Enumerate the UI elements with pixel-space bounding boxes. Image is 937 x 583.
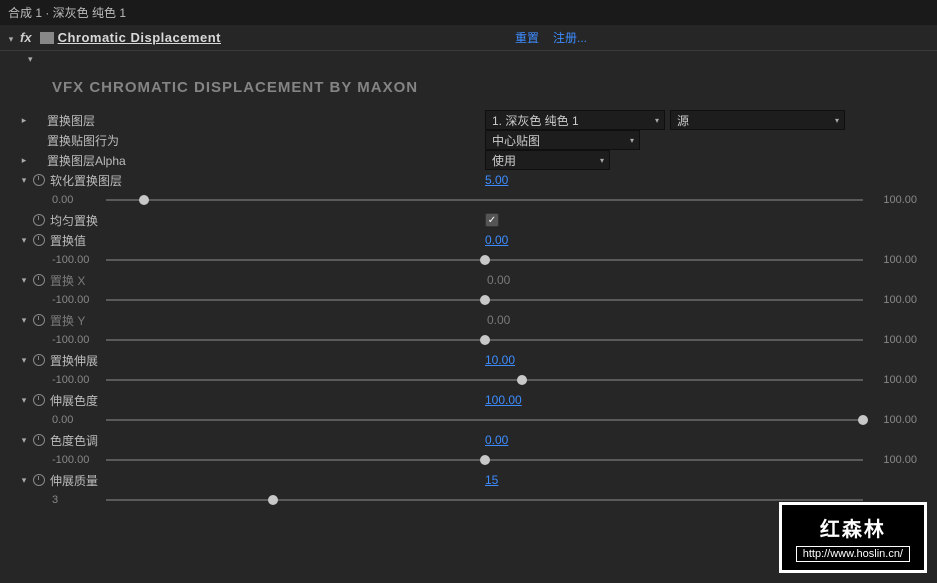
breadcrumb: 合成 1 · 深灰色 纯色 1 — [0, 0, 937, 25]
twirl[interactable]: ▾ — [18, 315, 30, 326]
value-input[interactable]: 10.00 — [485, 353, 515, 367]
range-max: 100.00 — [869, 374, 917, 386]
stopwatch-icon[interactable] — [33, 234, 45, 246]
value-input[interactable]: 0.00 — [485, 433, 508, 447]
twirl[interactable]: ▸ — [18, 155, 30, 166]
prop-layer-alpha: ▸ 置换图层Alpha 使用 — [0, 150, 937, 170]
prop-amount: ▾ 置换值 0.00 — [0, 230, 937, 250]
layer-dropdown[interactable]: 1. 深灰色 纯色 1 — [485, 110, 665, 130]
source-dropdown[interactable]: 源 — [670, 110, 845, 130]
slider[interactable] — [106, 194, 863, 206]
prop-label: 置换图层Alpha — [47, 152, 126, 169]
stopwatch-icon[interactable] — [33, 314, 45, 326]
prop-label: 色度色调 — [50, 432, 98, 449]
prop-label: 置换贴图行为 — [47, 132, 119, 149]
slider-amount: -100.00 100.00 — [0, 250, 937, 270]
effect-title: VFX CHROMATIC DISPLACEMENT BY MAXON — [0, 65, 937, 110]
stopwatch-icon[interactable] — [33, 274, 45, 286]
prop-disp-y: ▾ 置换 Y 0.00 — [0, 310, 937, 330]
stopwatch-icon[interactable] — [33, 174, 45, 186]
register-link[interactable]: 注册... — [553, 29, 587, 46]
twirl[interactable]: ▾ — [18, 235, 30, 246]
stopwatch-icon[interactable] — [33, 214, 45, 226]
slider-disp-x: -100.00 100.00 — [0, 290, 937, 310]
range-max: 100.00 — [869, 194, 917, 206]
slider-soften: 0.00 100.00 — [0, 190, 937, 210]
range-max: 100.00 — [869, 334, 917, 346]
fx-icon: fx — [20, 30, 32, 45]
range-min: 0.00 — [52, 194, 100, 206]
prop-label: 置换 Y — [50, 312, 85, 329]
slider[interactable] — [106, 494, 863, 506]
prop-label: 伸展色度 — [50, 392, 98, 409]
range-max: 100.00 — [869, 414, 917, 426]
reset-link[interactable]: 重置 — [515, 29, 539, 46]
twirl-group[interactable] — [28, 51, 33, 65]
value-input: 0.00 — [487, 313, 510, 327]
stopwatch-icon[interactable] — [33, 474, 45, 486]
prop-label: 软化置换图层 — [50, 172, 122, 189]
stopwatch-icon[interactable] — [33, 434, 45, 446]
prop-label: 置换伸展 — [50, 352, 98, 369]
slider[interactable] — [106, 374, 863, 386]
stopwatch-icon[interactable] — [33, 354, 45, 366]
twirl[interactable]: ▾ — [18, 355, 30, 366]
range-min: 3 — [52, 494, 100, 506]
prop-displace-layer: ▸ 置换图层 1. 深灰色 纯色 1 源 — [0, 110, 937, 130]
prop-hue: ▾ 色度色调 0.00 — [0, 430, 937, 450]
twirl[interactable]: ▾ — [18, 175, 30, 186]
watermark: 红森林 http://www.hoslin.cn/ — [779, 502, 927, 573]
range-max: 100.00 — [869, 254, 917, 266]
prop-label: 伸展质量 — [50, 472, 98, 489]
stopwatch-icon[interactable] — [33, 394, 45, 406]
prop-map-behavior: 置换贴图行为 中心贴图 — [0, 130, 937, 150]
slider[interactable] — [106, 334, 863, 346]
slider[interactable] — [106, 414, 863, 426]
slider-chroma: 0.00 100.00 — [0, 410, 937, 430]
range-min: -100.00 — [52, 294, 100, 306]
effect-header: fx Chromatic Displacement 重置 注册... — [0, 25, 937, 51]
range-min: -100.00 — [52, 334, 100, 346]
slider[interactable] — [106, 254, 863, 266]
checkbox[interactable]: ✓ — [485, 213, 499, 227]
prop-label: 均匀置换 — [50, 212, 98, 229]
watermark-text: 红森林 — [796, 513, 910, 542]
watermark-url: http://www.hoslin.cn/ — [796, 546, 910, 562]
range-min: -100.00 — [52, 454, 100, 466]
value-input[interactable]: 5.00 — [485, 173, 508, 187]
effect-name[interactable]: Chromatic Displacement — [58, 30, 221, 45]
prop-chroma: ▾ 伸展色度 100.00 — [0, 390, 937, 410]
prop-spread: ▾ 置换伸展 10.00 — [0, 350, 937, 370]
slider[interactable] — [106, 294, 863, 306]
twirl[interactable]: ▾ — [18, 275, 30, 286]
prop-disp-x: ▾ 置换 X 0.00 — [0, 270, 937, 290]
twirl[interactable]: ▾ — [18, 475, 30, 486]
range-min: -100.00 — [52, 254, 100, 266]
twirl-effect[interactable] — [6, 31, 16, 45]
prop-quality: ▾ 伸展质量 15 — [0, 470, 937, 490]
slider-disp-y: -100.00 100.00 — [0, 330, 937, 350]
map-behavior-dropdown[interactable]: 中心贴图 — [485, 130, 640, 150]
value-input[interactable]: 0.00 — [485, 233, 508, 247]
prop-label: 置换 X — [50, 272, 85, 289]
twirl[interactable]: ▾ — [18, 435, 30, 446]
slider-spread: -100.00 100.00 — [0, 370, 937, 390]
value-input[interactable]: 15 — [485, 473, 498, 487]
range-min: -100.00 — [52, 374, 100, 386]
preset-icon[interactable] — [40, 32, 54, 44]
prop-label: 置换图层 — [47, 112, 95, 129]
range-max: 100.00 — [869, 454, 917, 466]
range-max: 100.00 — [869, 294, 917, 306]
prop-soften: ▾ 软化置换图层 5.00 — [0, 170, 937, 190]
value-input[interactable]: 100.00 — [485, 393, 522, 407]
prop-uniform: 均匀置换 ✓ — [0, 210, 937, 230]
slider-hue: -100.00 100.00 — [0, 450, 937, 470]
range-min: 0.00 — [52, 414, 100, 426]
value-input: 0.00 — [487, 273, 510, 287]
twirl[interactable]: ▾ — [18, 395, 30, 406]
alpha-dropdown[interactable]: 使用 — [485, 150, 610, 170]
twirl[interactable]: ▸ — [18, 115, 30, 126]
slider[interactable] — [106, 454, 863, 466]
prop-label: 置换值 — [50, 232, 86, 249]
